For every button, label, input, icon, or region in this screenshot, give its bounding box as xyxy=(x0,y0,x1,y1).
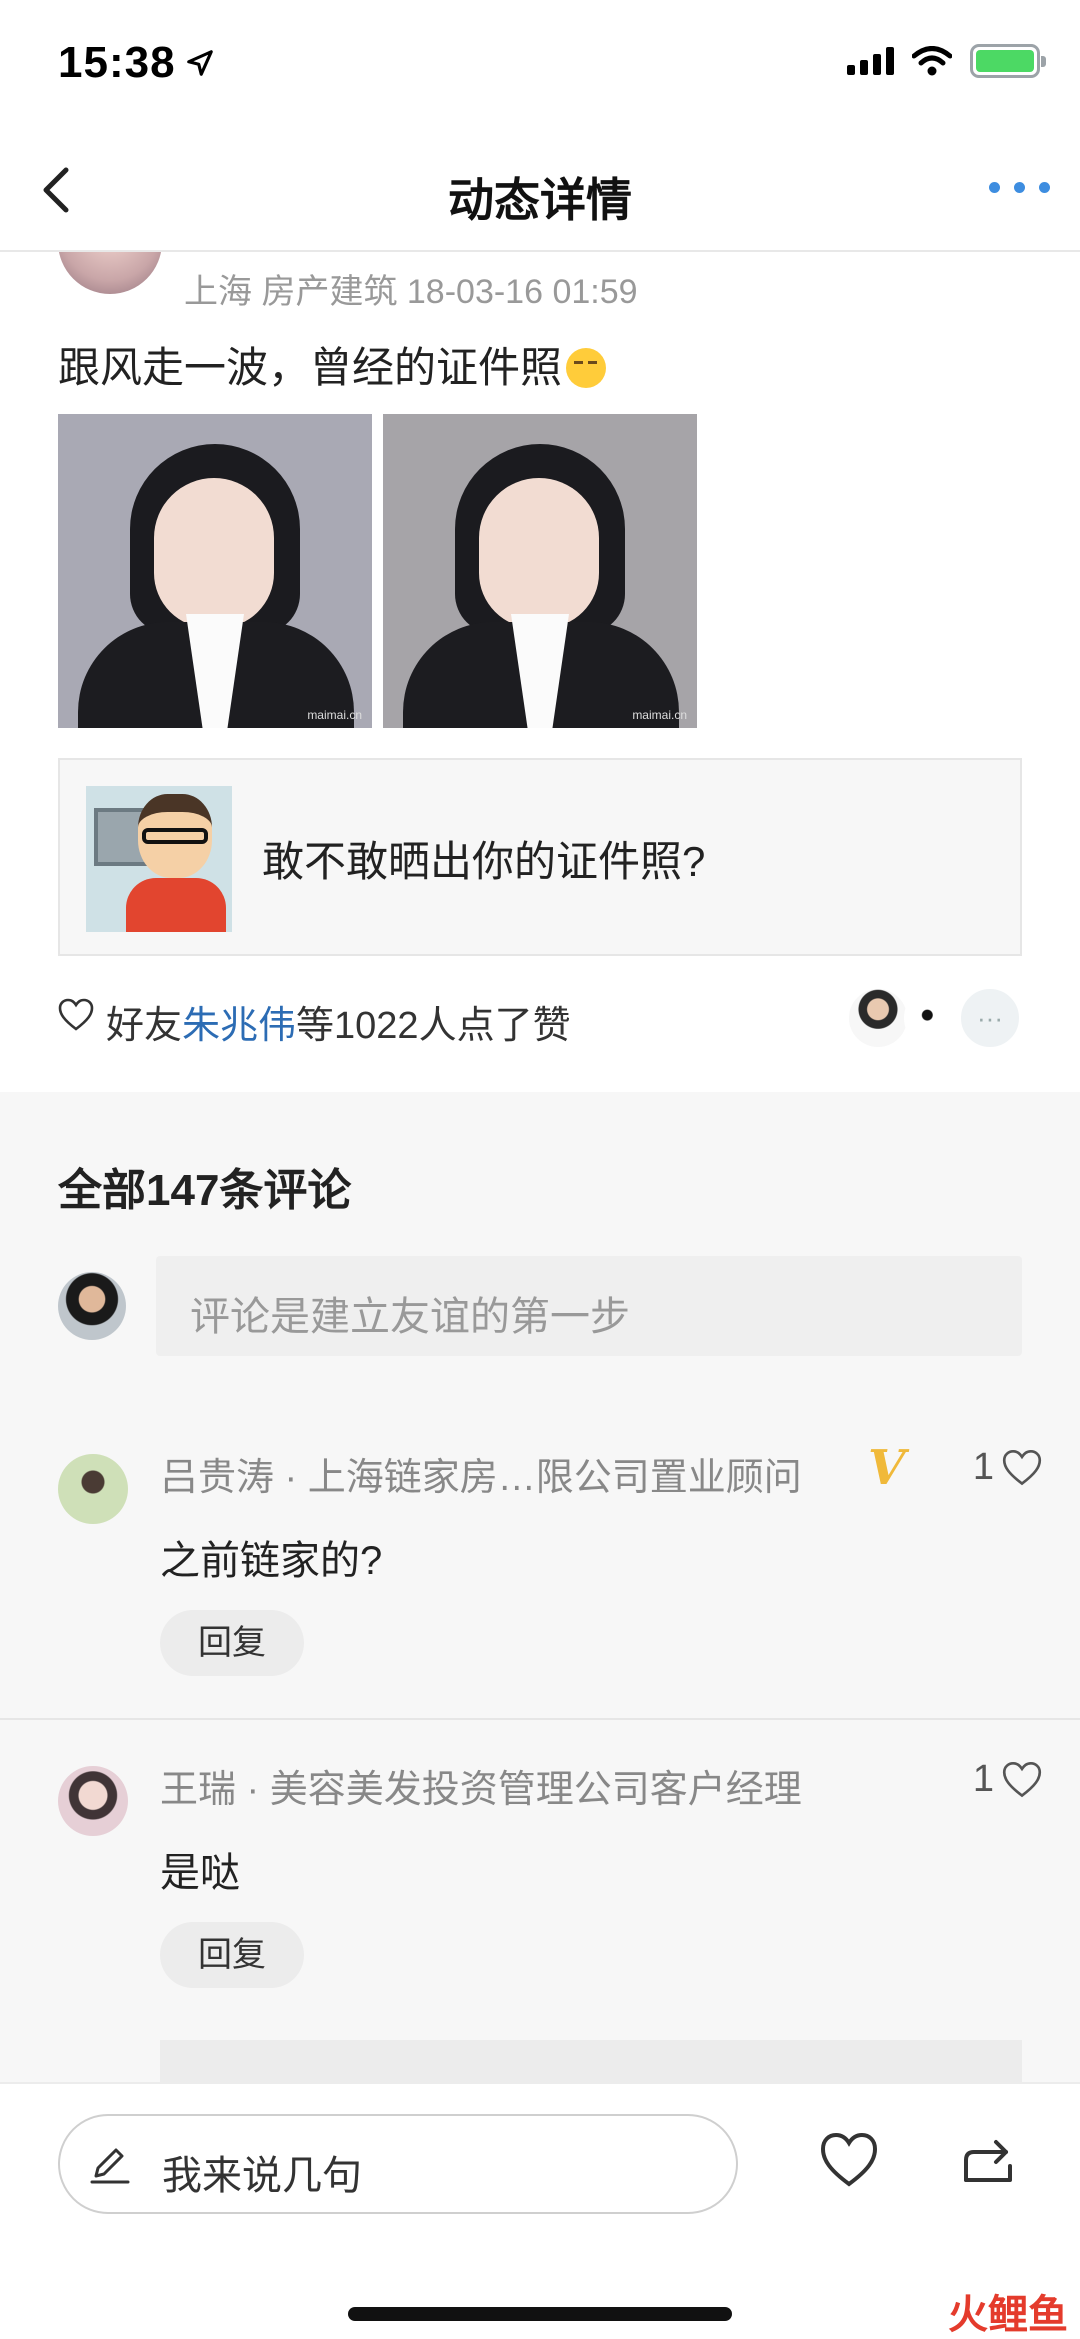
cellular-signal-icon xyxy=(847,47,894,75)
comment-input[interactable]: 评论是建立友谊的第一步 xyxy=(156,1256,1022,1356)
comment-like-count: 1 xyxy=(972,1758,994,1800)
comment-author[interactable]: 王瑞 · 美容美发投资管理公司客户经理 xyxy=(160,1758,802,1813)
my-avatar xyxy=(58,1272,126,1340)
sub-reply[interactable]: 李兵：美 xyxy=(160,2040,1022,2082)
post-meta: 上海 房产建筑 18-03-16 01:59 xyxy=(184,273,638,311)
battery-icon xyxy=(970,44,1046,78)
comment-text: 是哒 xyxy=(160,1851,240,1895)
status-indicators xyxy=(847,44,1046,78)
author-avatar[interactable] xyxy=(58,252,162,294)
more-likers-icon: ··· xyxy=(958,986,1022,1050)
comment-item: 王瑞 · 美容美发投资管理公司客户经理 1 是哒 回复 李兵：美 xyxy=(0,1722,1080,2082)
reply-button[interactable]: 回复 xyxy=(160,1922,304,1988)
likes-suffix: 等1022人点了赞 xyxy=(296,1005,571,1047)
comment-like-count: 1 xyxy=(972,1446,994,1488)
comment-like-button[interactable]: 1 xyxy=(973,1758,1042,1801)
wifi-icon xyxy=(912,46,952,76)
avatar xyxy=(846,986,910,1050)
status-time: 15:38 xyxy=(58,38,176,87)
likes-prefix: 好友 xyxy=(106,1005,183,1047)
comment-item: 吕贵涛 · 上海链家房…限公司置业顾问 V 1 之前链家的? 回复 xyxy=(0,1410,1080,1720)
likes-summary: 好友朱兆伟等1022人点了赞 xyxy=(106,994,571,1049)
home-indicator[interactable] xyxy=(348,2307,732,2321)
comment-author[interactable]: 吕贵涛 · 上海链家房…限公司置业顾问 xyxy=(160,1446,802,1501)
liker-avatars[interactable]: ··· xyxy=(846,986,1022,1052)
comments-header: 全部147条评论 xyxy=(58,1166,352,1215)
topic-thumbnail xyxy=(86,786,232,932)
post-photo-2[interactable]: maimai.cn xyxy=(383,414,697,728)
post-card: 上海 房产建筑 18-03-16 01:59 跟风走一波，曾经的证件照 maim… xyxy=(0,252,1080,1092)
comment-like-button[interactable]: 1 xyxy=(973,1446,1042,1489)
nav-bar: 动态详情 xyxy=(0,130,1080,252)
comment-text: 之前链家的? xyxy=(160,1539,383,1583)
page-title: 动态详情 xyxy=(448,174,632,226)
topic-card[interactable]: 敢不敢晒出你的证件照? xyxy=(58,758,1022,956)
heart-outline-icon xyxy=(1002,1449,1042,1485)
photo-watermark: maimai.cn xyxy=(632,708,687,722)
say-something-placeholder: 我来说几句 xyxy=(162,2154,362,2198)
like-heart-icon[interactable] xyxy=(820,2132,878,2188)
say-something-input[interactable]: 我来说几句 xyxy=(58,2114,738,2214)
topic-title: 敢不敢晒出你的证件照? xyxy=(262,838,706,885)
liker-friend-link[interactable]: 朱兆伟 xyxy=(182,1005,296,1047)
status-bar: 15:38 xyxy=(0,0,1080,130)
post-text: 跟风走一波，曾经的证件照 xyxy=(58,334,607,395)
avatar[interactable] xyxy=(58,1454,128,1524)
post-text-content: 跟风走一波，曾经的证件照 xyxy=(58,344,563,391)
verified-badge-icon: V xyxy=(868,1440,906,1496)
photo-watermark: maimai.cn xyxy=(307,708,362,722)
more-options-icon[interactable] xyxy=(989,182,1050,193)
pen-icon xyxy=(90,2148,130,2184)
heart-outline-icon xyxy=(1002,1761,1042,1797)
reply-button[interactable]: 回复 xyxy=(160,1610,304,1676)
watermark-logo: 火鲤鱼 xyxy=(948,2293,1068,2337)
heart-outline-icon[interactable] xyxy=(58,998,94,1032)
location-arrow-icon xyxy=(187,50,213,76)
likes-row[interactable]: 好友朱兆伟等1022人点了赞 ··· xyxy=(58,986,1022,1054)
comments-section: 全部147条评论 评论是建立友谊的第一步 吕贵涛 · 上海链家房…限公司置业顾问… xyxy=(0,1092,1080,2082)
avatar[interactable] xyxy=(58,1766,128,1836)
post-photo-1[interactable]: maimai.cn xyxy=(58,414,372,728)
bottom-bar: 我来说几句 xyxy=(0,2082,1080,2339)
share-icon[interactable] xyxy=(958,2130,1018,2190)
smirk-emoji-icon xyxy=(566,348,607,388)
